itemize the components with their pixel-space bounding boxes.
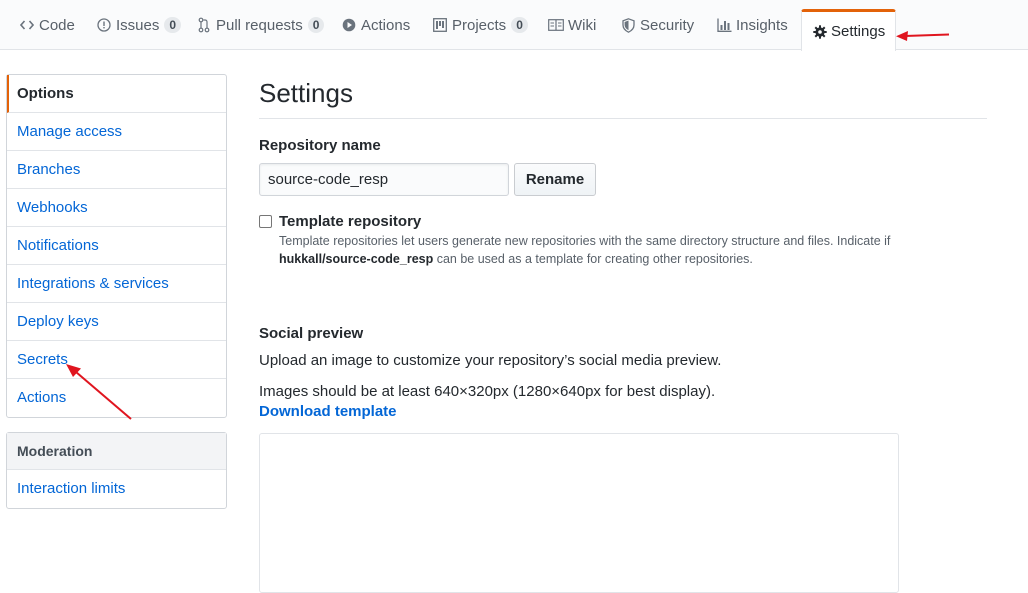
annotation-arrow-settings	[896, 31, 950, 41]
social-preview-description: Upload an image to customize your reposi…	[259, 352, 722, 369]
menu-item-notifications[interactable]: Notifications	[7, 227, 226, 265]
template-repository-label[interactable]: Template repository	[279, 213, 421, 230]
rename-button[interactable]: Rename	[514, 163, 596, 196]
issues-counter: 0	[164, 17, 182, 33]
repo-name-label: Repository name	[259, 137, 381, 154]
template-repository-note: Template repositories let users generate…	[279, 232, 919, 268]
note-suffix: can be used as a template for creating o…	[436, 252, 753, 266]
tab-code[interactable]: Code	[19, 0, 75, 50]
moderation-menu: Moderation Interaction limits	[6, 432, 227, 509]
menu-item-branches[interactable]: Branches	[7, 151, 226, 189]
download-template-link[interactable]: Download template	[259, 403, 397, 420]
title-divider	[259, 118, 987, 119]
social-preview-heading: Social preview	[259, 325, 364, 342]
social-preview-dropzone[interactable]	[259, 433, 899, 593]
issue-icon	[96, 17, 112, 33]
moderation-heading: Moderation	[7, 433, 226, 470]
menu-item-interaction-limits[interactable]: Interaction limits	[7, 470, 226, 508]
annotation-arrow-secrets	[66, 364, 132, 420]
pull-request-icon	[196, 17, 212, 33]
tab-label: Code	[39, 16, 75, 34]
settings-main: Settings Repository name source-code_res…	[259, 0, 989, 593]
social-preview-size-hint: Images should be at least 640×320px (128…	[259, 383, 716, 400]
repo-name-input[interactable]: source-code_resp	[259, 163, 509, 196]
note-prefix: Template repositories let users generate…	[279, 234, 891, 248]
menu-item-integrations[interactable]: Integrations & services	[7, 265, 226, 303]
page-title: Settings	[259, 78, 353, 108]
menu-item-deploy-keys[interactable]: Deploy keys	[7, 303, 226, 341]
tab-label: Issues	[116, 16, 160, 34]
menu-item-webhooks[interactable]: Webhooks	[7, 189, 226, 227]
tab-issues[interactable]: Issues 0	[96, 0, 182, 50]
menu-item-options[interactable]: Options	[7, 75, 226, 113]
note-repo-name: hukkall/source-code_resp	[279, 252, 434, 266]
template-repository-checkbox[interactable]	[259, 215, 272, 228]
menu-item-manage-access[interactable]: Manage access	[7, 113, 226, 151]
code-icon	[19, 17, 35, 33]
